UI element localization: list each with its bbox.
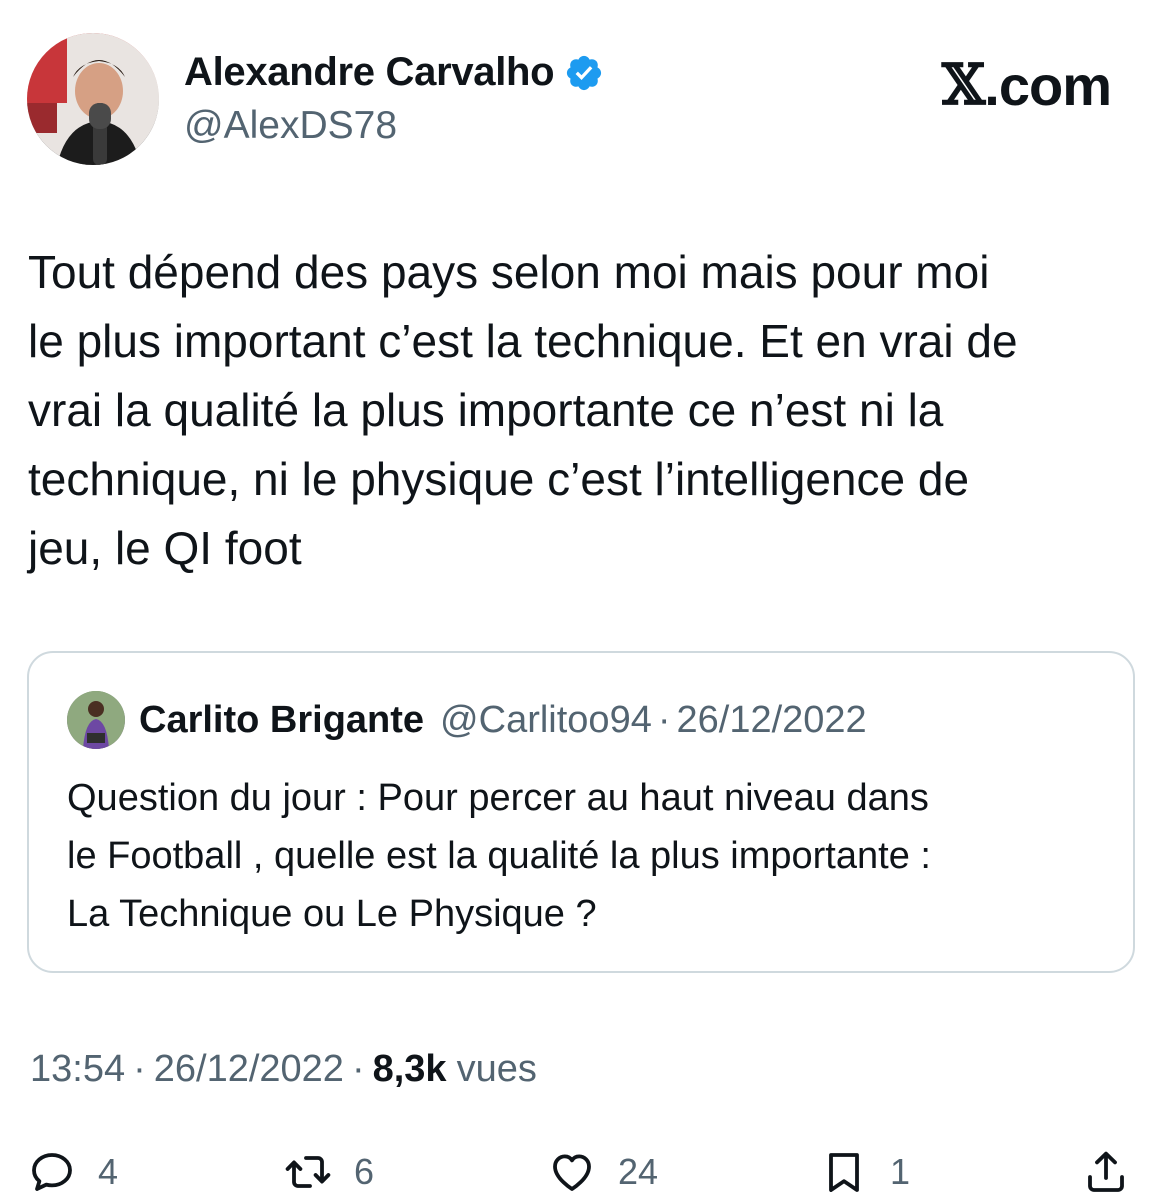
x-logo-icon: 𝕏 (941, 52, 985, 118)
quoted-date[interactable]: 26/12/2022 (677, 699, 867, 742)
author-avatar-image (27, 33, 159, 165)
bookmark-count: 1 (890, 1151, 911, 1192)
reply-button[interactable]: 4 (28, 1148, 118, 1196)
quoted-tweet-text: Question du jour : Pour percer au haut n… (67, 777, 931, 935)
quoted-author-avatar-image (67, 691, 125, 749)
quoted-author-name[interactable]: Carlito Brigante (139, 699, 424, 742)
x-logo-suffix: .com (984, 53, 1112, 117)
quoted-separator: · (657, 698, 671, 741)
quoted-author-handle[interactable]: @Carlitoo94 (440, 699, 652, 742)
author-name-row[interactable]: Alexandre Carvalho (184, 50, 604, 95)
tweet-meta: 13:54 · 26/12/2022 · 8,3k vues (30, 1048, 537, 1091)
retweet-button[interactable]: 6 (284, 1148, 374, 1196)
quoted-author-avatar[interactable] (67, 691, 125, 749)
author-avatar[interactable] (27, 33, 159, 165)
author-handle[interactable]: @AlexDS78 (184, 104, 397, 148)
author-name[interactable]: Alexandre Carvalho (184, 50, 555, 95)
reply-icon (32, 1153, 72, 1191)
x-com-logo: 𝕏 .com (941, 52, 1112, 118)
views-count[interactable]: 8,3k (373, 1048, 447, 1091)
tweet-time[interactable]: 13:54 (30, 1048, 125, 1091)
like-button[interactable]: 24 (548, 1148, 658, 1196)
action-bar: 4 6 24 1 (0, 1140, 1157, 1200)
like-count: 24 (618, 1151, 659, 1192)
quoted-tweet-card[interactable]: Carlito Brigante @Carlitoo94 · 26/12/202… (27, 651, 1135, 973)
quoted-tweet-header: Carlito Brigante @Carlitoo94 · 26/12/202… (67, 691, 867, 749)
bookmark-button[interactable]: 1 (820, 1148, 910, 1196)
views-label: vues (456, 1048, 537, 1090)
share-button[interactable] (1082, 1148, 1130, 1196)
share-icon (1088, 1151, 1124, 1192)
tweet-date[interactable]: 26/12/2022 (154, 1048, 344, 1091)
bookmark-icon (829, 1153, 859, 1192)
retweet-count: 6 (354, 1151, 375, 1192)
heart-icon (553, 1154, 591, 1191)
tweet-text: Tout dépend des pays selon moi mais pour… (28, 246, 1018, 574)
reply-count: 4 (98, 1151, 119, 1192)
retweet-icon (285, 1156, 331, 1188)
meta-separator: · (133, 1048, 146, 1090)
meta-separator-2: · (351, 1048, 365, 1090)
verified-badge-icon (567, 55, 602, 90)
tweet-screenshot: Alexandre Carvalho @AlexDS78 𝕏 .com Tout… (0, 0, 1157, 1200)
